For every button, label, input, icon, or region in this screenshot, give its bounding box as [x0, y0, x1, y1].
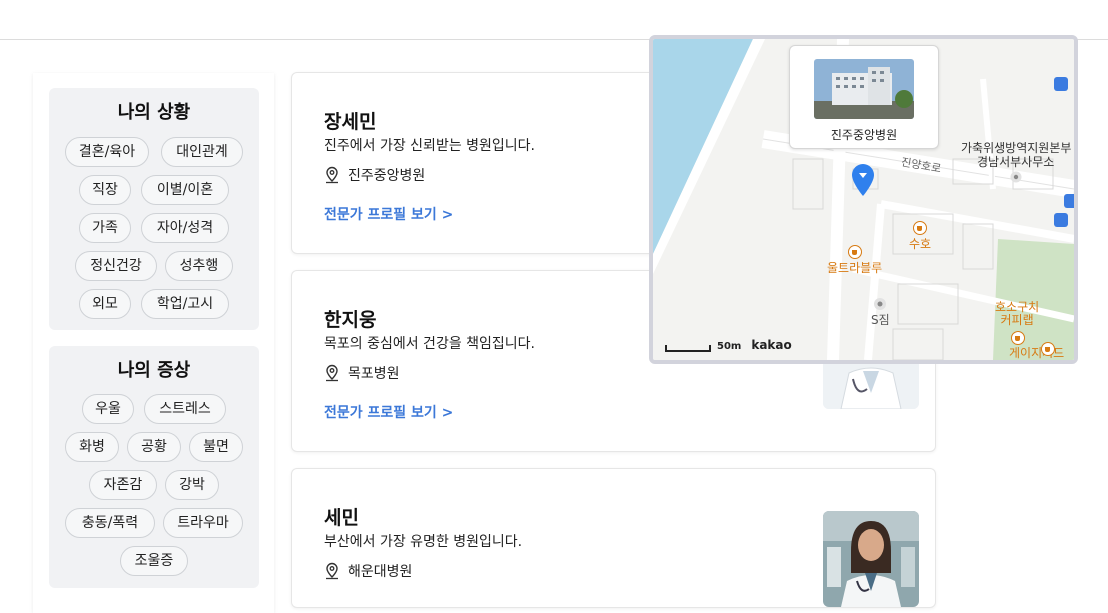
- bus-stop-icon: [1064, 194, 1074, 208]
- situation-panel: 나의 상황 결혼/육아 대인관계 직장 이별/이혼 가족 자아/성격 정신건강 …: [49, 88, 259, 330]
- place-name: 진주중앙병원: [830, 128, 898, 142]
- symptom-title: 나의 증상: [117, 360, 191, 381]
- place-dot-icon: [1010, 171, 1022, 183]
- chip-stress[interactable]: 스트레스: [144, 394, 226, 424]
- cafe-label: 수호: [909, 237, 932, 251]
- place-info-card[interactable]: 진주중앙병원: [789, 45, 939, 149]
- chip-trauma[interactable]: 트라우마: [163, 508, 243, 538]
- cafe-icon: [1041, 342, 1055, 356]
- expert-description: 진주에서 가장 신뢰받는 병원입니다.: [324, 138, 535, 154]
- bus-stop-icon: [1054, 213, 1068, 227]
- scale-label: 50m: [717, 341, 742, 352]
- chip-relationships[interactable]: 대인관계: [161, 137, 243, 167]
- chip-depression[interactable]: 우울: [82, 394, 134, 424]
- chip-compulsion[interactable]: 강박: [165, 470, 219, 500]
- filter-sidebar: 나의 상황 결혼/육아 대인관계 직장 이별/이혼 가족 자아/성격 정신건강 …: [33, 73, 274, 613]
- map-label-office-sub: 경남서부사무소: [977, 155, 1055, 169]
- chip-study[interactable]: 학업/고시: [141, 289, 229, 319]
- situation-title: 나의 상황: [117, 102, 191, 123]
- profile-link[interactable]: 전문가 프로필 보기 >: [324, 204, 453, 224]
- doctor-photo: [823, 511, 919, 607]
- chip-insomnia[interactable]: 불면: [189, 432, 243, 462]
- map-poi-place: S짐: [871, 297, 890, 327]
- scale-bar-icon: [665, 345, 711, 352]
- map-marker-icon[interactable]: [851, 163, 875, 197]
- chip-marriage[interactable]: 결혼/육아: [65, 137, 149, 167]
- expert-name: 한지웅: [324, 309, 377, 331]
- profile-link[interactable]: 전문가 프로필 보기 >: [324, 402, 453, 422]
- expert-card[interactable]: 세민 부산에서 가장 유명한 병원입니다. 해운대병원: [291, 468, 936, 608]
- cafe-label: 호소구치: [995, 300, 1040, 314]
- expert-name: 세민: [324, 507, 359, 529]
- map-poi-cafe: 호소구치 커피랩: [995, 301, 1039, 327]
- hospital-name: 목포병원: [348, 366, 400, 382]
- location-pin-icon: [326, 166, 338, 184]
- symptom-panel: 나의 증상 우울 스트레스 화병 공황 불면 자존감 강박 충동/폭력 트라우마…: [49, 346, 259, 588]
- map-provider: kakao: [751, 338, 792, 352]
- cafe-label: 울트라블루: [827, 261, 883, 275]
- map-poi-cafe: 울트라블루: [827, 245, 882, 275]
- expert-hospital: 목포병원: [324, 363, 400, 383]
- chip-self[interactable]: 자아/성격: [141, 213, 229, 243]
- map-poi-cafe: 게이지시드: [1009, 347, 1064, 360]
- cafe-label: 게이지시드: [1009, 346, 1065, 360]
- cafe-icon: [847, 245, 862, 259]
- expert-name: 장세민: [324, 111, 377, 133]
- map-view[interactable]: 가축위생방역지원본부 경남서부사무소 진양호로 수호 울트라블루 S짐 호소구치…: [649, 35, 1078, 364]
- expert-hospital: 해운대병원: [324, 561, 412, 581]
- place-dot-icon: [874, 298, 887, 310]
- chip-impulse[interactable]: 충동/폭력: [65, 508, 155, 538]
- expert-hospital: 진주중앙병원: [324, 165, 425, 185]
- hospital-photo: [814, 59, 914, 119]
- bus-stop-icon: [1054, 77, 1068, 91]
- location-pin-icon: [326, 364, 338, 382]
- map-scale: 50m kakao: [665, 338, 792, 352]
- top-header-bar: [0, 0, 1108, 40]
- chip-harassment[interactable]: 성추행: [165, 251, 233, 281]
- hospital-name: 해운대병원: [348, 564, 413, 580]
- cafe-icon: [913, 221, 928, 235]
- map-poi-cafe: 수호: [909, 221, 931, 251]
- chip-family[interactable]: 가족: [79, 213, 131, 243]
- chip-work[interactable]: 직장: [79, 175, 131, 205]
- chip-mental-health[interactable]: 정신건강: [75, 251, 157, 281]
- cafe-label: 커피랩: [1000, 313, 1034, 327]
- chip-bipolar[interactable]: 조울증: [120, 546, 188, 576]
- chip-self-esteem[interactable]: 자존감: [89, 470, 157, 500]
- chip-breakup[interactable]: 이별/이혼: [141, 175, 229, 205]
- hospital-name: 진주중앙병원: [348, 168, 426, 184]
- location-pin-icon: [326, 562, 338, 580]
- expert-description: 목포의 중심에서 건강을 책임집니다.: [324, 336, 535, 352]
- chip-appearance[interactable]: 외모: [79, 289, 131, 319]
- chip-panic[interactable]: 공황: [127, 432, 181, 462]
- expert-description: 부산에서 가장 유명한 병원입니다.: [324, 534, 523, 550]
- cafe-icon: [1011, 331, 1025, 345]
- chip-anger[interactable]: 화병: [65, 432, 119, 462]
- place-label: S짐: [871, 313, 890, 327]
